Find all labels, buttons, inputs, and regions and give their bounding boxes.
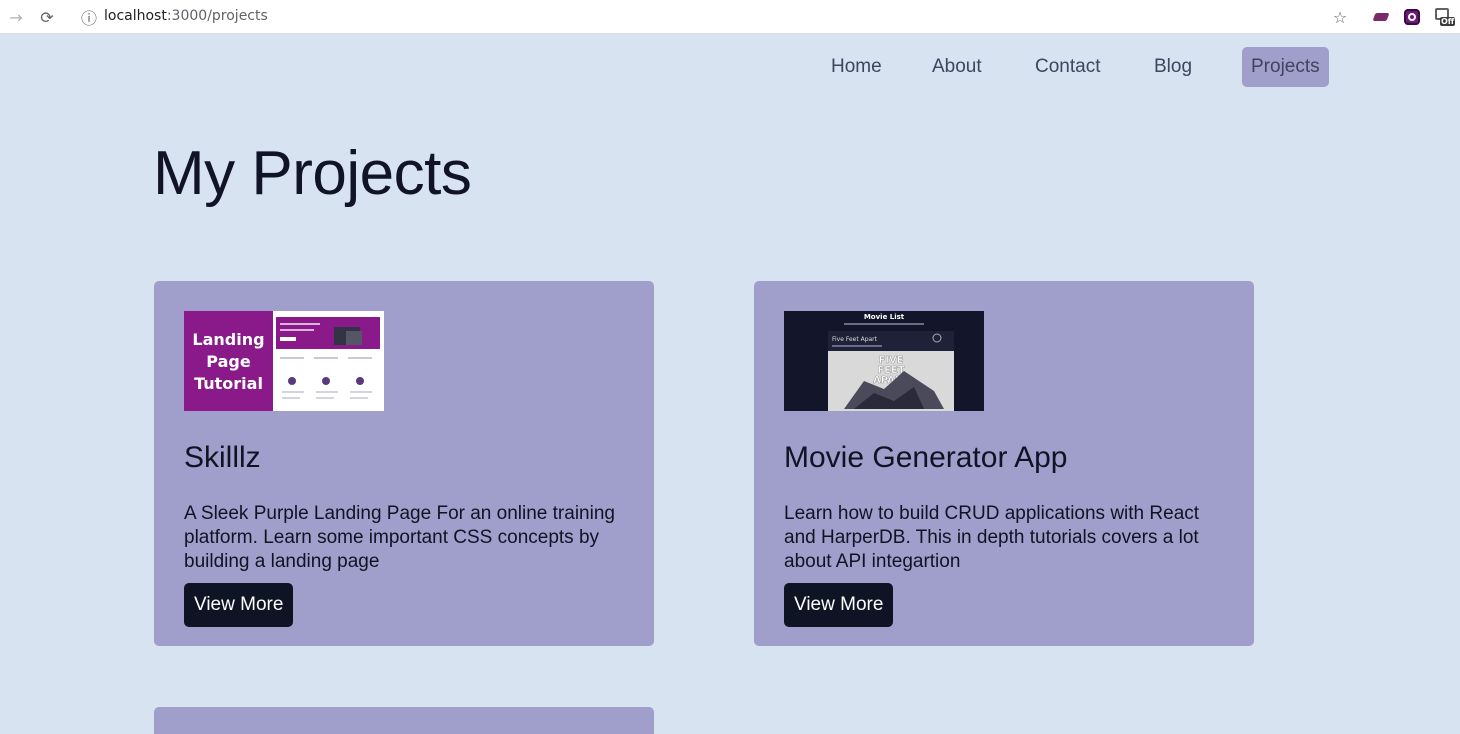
nav-home-link[interactable]: Home [831,47,882,87]
main-nav: Home About Contact Blog Projects [0,47,1460,87]
url-host: localhost [104,8,167,24]
project-thumbnail: Movie List Five Feet Apart FIVE FEET APA… [784,311,984,411]
project-thumbnail: Landing Page Tutorial [184,311,384,411]
project-title: Movie Generator App [784,441,1068,474]
nav-contact-link[interactable]: Contact [1035,47,1100,87]
forward-arrow-icon[interactable]: → [6,7,26,27]
bookmark-star-icon[interactable]: ☆ [1330,7,1350,27]
page-title: My Projects [153,139,472,208]
browser-toolbar: → ⟳ ⓘ localhost:3000/projects ☆ Off [0,0,1460,34]
url-path: :3000/projects [166,8,268,24]
info-icon[interactable]: ⓘ [79,7,99,28]
reload-icon[interactable]: ⟳ [37,7,57,27]
thumb-header: Movie List [864,313,905,321]
project-description: Learn how to build CRUD applications wit… [784,503,1200,572]
extension-camera-icon[interactable] [1402,7,1422,27]
view-more-button[interactable]: View More [184,583,294,627]
thumb-text-line: Page [206,352,251,371]
project-card: Landing Page Tutorial Skilllz A Sleek Pu… [154,281,654,646]
project-card: Movie List Five Feet Apart FIVE FEET APA… [754,281,1254,646]
address-bar[interactable]: localhost:3000/projects [104,8,268,24]
nav-projects-link[interactable]: Projects [1242,47,1329,87]
nav-blog-link[interactable]: Blog [1154,47,1192,87]
thumb-text-line: Tutorial [194,374,263,393]
project-description: A Sleek Purple Landing Page For an onlin… [184,503,615,572]
view-more-button[interactable]: View More [784,583,894,627]
thumb-text-line: Landing [192,330,264,349]
thumb-subtitle: Five Feet Apart [832,336,878,343]
extension-icon[interactable] [1371,7,1391,27]
extension-off-icon[interactable]: Off [1434,7,1456,27]
nav-about-link[interactable]: About [932,47,982,87]
project-title: Skilllz [184,441,261,474]
project-card-partial [154,707,654,734]
